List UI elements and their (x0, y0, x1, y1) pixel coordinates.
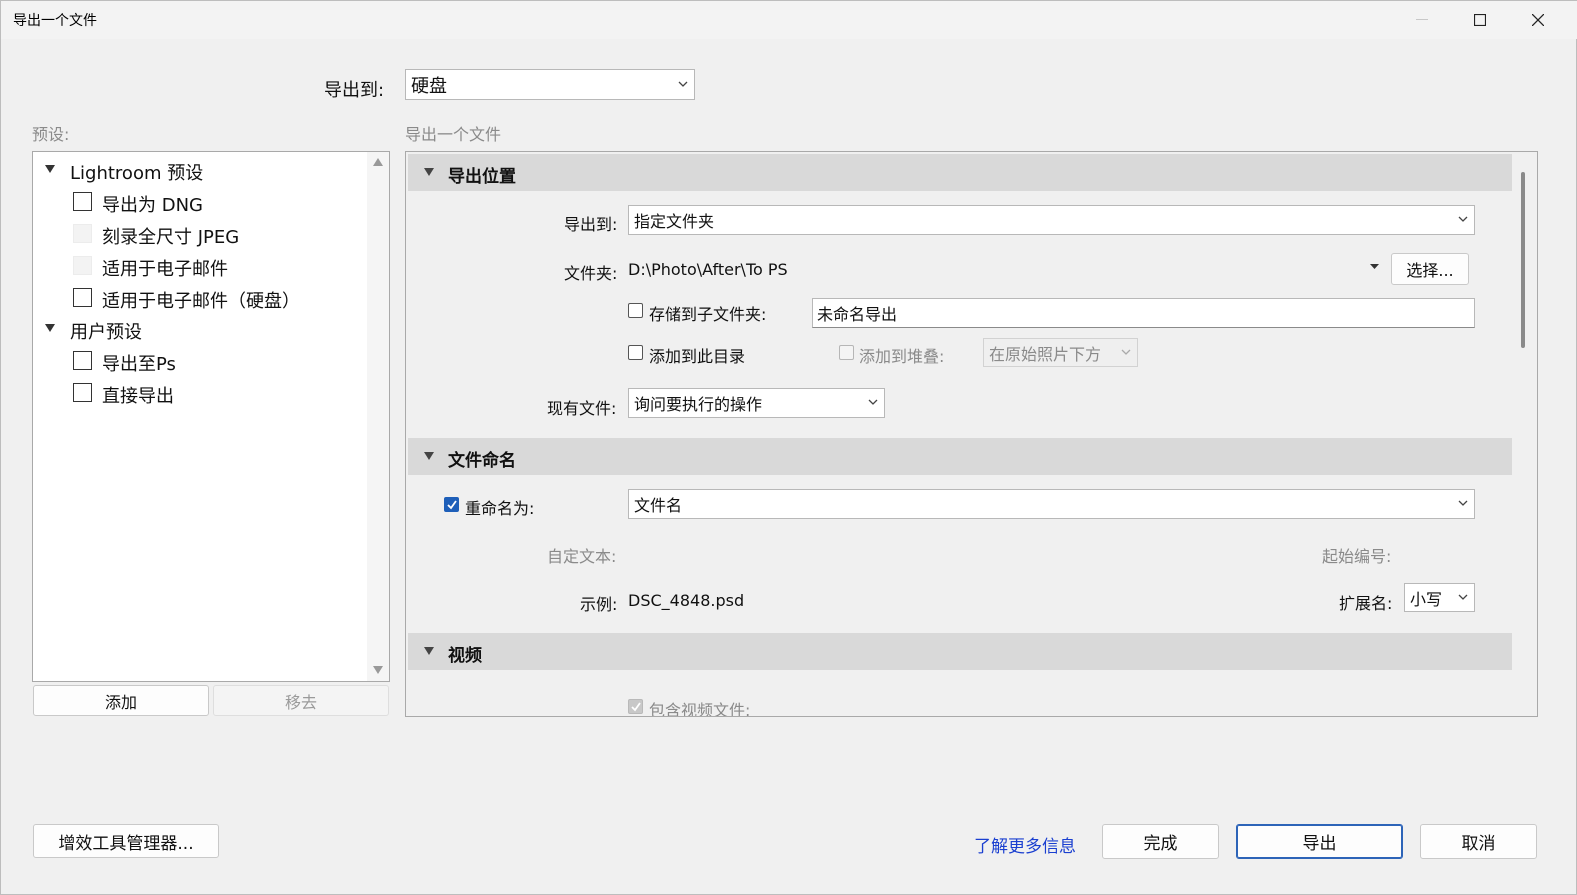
existing-files-label: 现有文件: (547, 399, 617, 418)
main-heading: 导出一个文件 (405, 125, 502, 144)
extension-case-value: 小写 (1410, 589, 1443, 609)
extension-label: 扩展名: (1339, 594, 1393, 613)
rename-label[interactable]: 重命名为: (465, 495, 534, 519)
chevron-down-icon (1121, 349, 1131, 355)
extension-case-select[interactable]: 小写 (1404, 583, 1475, 612)
section-title: 导出位置 (448, 167, 516, 187)
folder-history-dropdown-icon[interactable] (1370, 264, 1379, 270)
preset-item-dng[interactable]: 导出为 DNG (102, 191, 203, 217)
choose-folder-button[interactable]: 选择... (1391, 253, 1469, 285)
section-video[interactable]: 视频 (408, 633, 1512, 670)
location-export-to-value: 指定文件夹 (634, 212, 715, 231)
learn-more-link[interactable]: 了解更多信息 (974, 832, 1076, 857)
rename-template-value: 文件名 (634, 496, 683, 515)
settings-scrollbar[interactable] (1513, 152, 1537, 716)
triangle-down-icon (424, 647, 434, 655)
cancel-button[interactable]: 取消 (1420, 824, 1537, 859)
preset-checkbox[interactable] (73, 288, 92, 307)
done-button[interactable]: 完成 (1102, 824, 1219, 859)
subfolder-checkbox[interactable] (628, 303, 643, 318)
triangle-down-icon (424, 452, 434, 460)
section-file-naming[interactable]: 文件命名 (408, 438, 1512, 475)
triangle-down-icon[interactable] (45, 324, 55, 333)
triangle-down-icon (424, 168, 434, 176)
preset-item-to-ps[interactable]: 导出至Ps (102, 350, 176, 376)
export-button[interactable]: 导出 (1236, 824, 1403, 859)
preset-group-lightroom[interactable]: Lightroom 预设 (70, 159, 203, 185)
existing-files-value: 询问要执行的操作 (634, 395, 763, 414)
settings-scrollbar-thumb[interactable] (1521, 172, 1525, 348)
rename-checkbox[interactable] (444, 497, 459, 512)
location-export-to-label: 导出到: (564, 215, 618, 234)
stack-position-select[interactable]: 在原始照片下方 (983, 338, 1138, 367)
chevron-down-icon (1458, 216, 1468, 222)
preset-item-email-disk[interactable]: 适用于电子邮件（硬盘） (102, 287, 300, 313)
include-video-label: 包含视频文件: (649, 701, 751, 717)
example-value: DSC_4848.psd (628, 591, 745, 610)
subfolder-name-input[interactable]: 未命名导出 (812, 298, 1475, 328)
section-title: 文件命名 (448, 451, 516, 471)
preset-item-direct[interactable]: 直接导出 (102, 382, 174, 408)
preset-checkbox[interactable] (73, 351, 92, 370)
export-target-select[interactable]: 硬盘 (405, 69, 695, 100)
rename-template-select[interactable]: 文件名 (628, 489, 1475, 519)
preset-checkbox[interactable] (73, 192, 92, 211)
scroll-down-icon[interactable] (373, 666, 383, 674)
settings-panel: 导出位置 导出到: 指定文件夹 文件夹: D:\Photo\After\To P… (405, 151, 1538, 717)
add-to-stack-checkbox[interactable] (839, 345, 854, 360)
add-to-catalog-label[interactable]: 添加到此目录 (649, 343, 745, 367)
preset-checkbox[interactable] (73, 383, 92, 402)
checkmark-icon (447, 500, 457, 510)
presets-scrollbar[interactable] (367, 152, 389, 681)
add-to-catalog-checkbox[interactable] (628, 345, 643, 360)
existing-files-select[interactable]: 询问要执行的操作 (628, 388, 885, 418)
preset-checkbox (73, 224, 92, 243)
add-to-stack-label: 添加到堆叠: (859, 347, 945, 366)
location-export-to-select[interactable]: 指定文件夹 (628, 205, 1475, 235)
folder-label: 文件夹: (564, 264, 618, 283)
include-video-checkbox[interactable] (628, 699, 643, 714)
custom-text-label: 自定文本: (547, 547, 617, 566)
close-button[interactable] (1510, 1, 1566, 39)
preset-item-email[interactable]: 适用于电子邮件 (102, 255, 228, 281)
stack-position-value: 在原始照片下方 (989, 344, 1102, 364)
chevron-down-icon (678, 81, 688, 87)
presets-label: 预设: (32, 125, 70, 144)
chevron-down-icon (1458, 594, 1468, 600)
presets-tree: Lightroom 预设 导出为 DNG 刻录全尺寸 JPEG 适用于电子邮件 … (32, 151, 390, 682)
preset-item-jpeg[interactable]: 刻录全尺寸 JPEG (102, 223, 239, 249)
checkmark-icon (631, 702, 641, 712)
maximize-button[interactable] (1452, 1, 1508, 39)
start-number-label: 起始编号: (1322, 547, 1392, 566)
export-target-label: 导出到: (324, 80, 385, 101)
section-export-location[interactable]: 导出位置 (408, 154, 1512, 191)
minimize-icon (1416, 19, 1428, 20)
minimize-button[interactable] (1394, 1, 1450, 39)
chevron-down-icon (868, 399, 878, 405)
maximize-icon (1474, 14, 1486, 26)
subfolder-label[interactable]: 存储到子文件夹: (649, 301, 766, 325)
window-title: 导出一个文件 (13, 13, 97, 29)
close-icon (1532, 14, 1544, 26)
chevron-down-icon (1458, 500, 1468, 506)
folder-path: D:\Photo\After\To PS (628, 260, 788, 279)
section-title: 视频 (448, 646, 482, 666)
remove-preset-button[interactable]: 移去 (213, 685, 389, 716)
export-target-value: 硬盘 (411, 75, 447, 97)
preset-group-user[interactable]: 用户预设 (70, 318, 142, 344)
example-label: 示例: (580, 595, 618, 614)
preset-checkbox (73, 256, 92, 275)
export-dialog: 导出一个文件 导出到: 硬盘 预设: 导出一个文件 Lightroom 预设 导… (0, 0, 1577, 895)
add-preset-button[interactable]: 添加 (33, 685, 209, 716)
triangle-down-icon[interactable] (45, 165, 55, 174)
scroll-up-icon[interactable] (373, 158, 383, 166)
title-bar: 导出一个文件 (1, 1, 1577, 39)
plugin-manager-button[interactable]: 增效工具管理器... (33, 824, 219, 858)
